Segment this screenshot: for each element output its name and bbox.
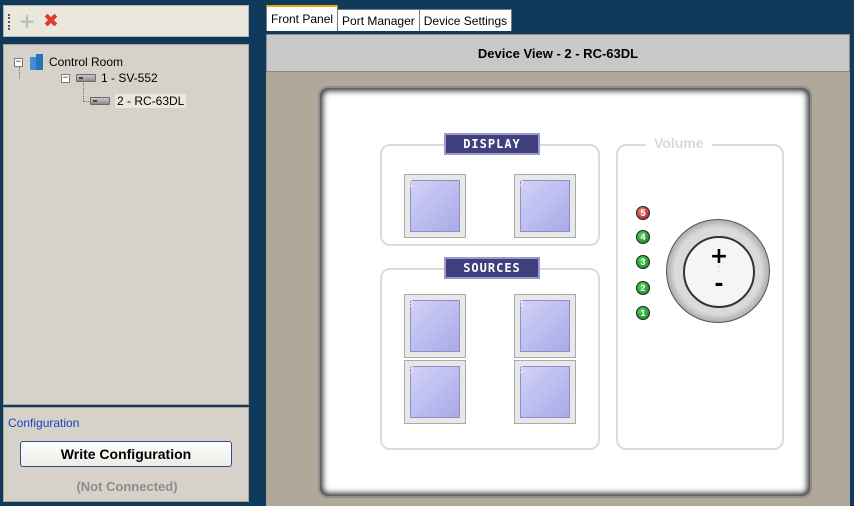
tree-toolbar: + ✖	[3, 5, 249, 37]
volume-led-2: 2	[636, 281, 650, 295]
building-icon	[29, 54, 43, 70]
device-view-header: Device View - 2 - RC-63DL	[266, 34, 850, 72]
page-title: Device View - 2 - RC-63DL	[477, 45, 639, 61]
display-key-1[interactable]: 1	[404, 174, 466, 238]
tree-node-label: 2 - RC-63DL	[115, 94, 187, 108]
key-face	[520, 300, 570, 352]
front-panel: DISPLAY 1 2 SOURCES 3 4 5 6 Volume 5 4 3…	[320, 88, 810, 496]
sources-key-4[interactable]: 4	[514, 294, 576, 358]
tab-bar: Front Panel Port Manager Device Settings	[266, 5, 513, 31]
key-number: 4	[518, 299, 524, 310]
key-number: 2	[518, 179, 524, 190]
connection-status: (Not Connected)	[76, 479, 178, 494]
tab-front-panel[interactable]: Front Panel	[266, 5, 339, 31]
tree-node-label: Control Room	[49, 55, 124, 69]
tree-node-label: 1 - SV-552	[101, 71, 158, 85]
add-icon: +	[18, 9, 36, 33]
sources-key-6[interactable]: 6	[514, 360, 576, 424]
device-view-area: DISPLAY 1 2 SOURCES 3 4 5 6 Volume 5 4 3…	[266, 72, 850, 506]
key-face	[410, 180, 460, 232]
volume-led-1: 1	[636, 306, 650, 320]
key-number: 5	[408, 365, 414, 376]
key-face	[410, 300, 460, 352]
volume-led-5: 5	[636, 206, 650, 220]
toolbar-grip[interactable]	[8, 14, 11, 30]
tree-node-rc-63dl[interactable]: 2 - RC-63DL	[90, 93, 187, 109]
volume-down-icon[interactable]: -	[685, 272, 753, 297]
sources-key-5[interactable]: 5	[404, 360, 466, 424]
key-number: 3	[408, 299, 414, 310]
tree-node-control-room[interactable]: − Control Room	[14, 54, 123, 70]
write-configuration-button[interactable]: Write Configuration	[20, 441, 232, 467]
key-face	[520, 366, 570, 418]
key-number: 1	[408, 179, 414, 190]
tree-node-sv-552[interactable]: − 1 - SV-552	[61, 70, 158, 86]
sources-group-label: SOURCES	[444, 257, 540, 279]
tree-connector	[83, 101, 89, 102]
tab-device-settings[interactable]: Device Settings	[418, 9, 513, 31]
collapse-icon[interactable]: −	[14, 57, 23, 67]
volume-led-3: 3	[636, 255, 650, 269]
sources-key-3[interactable]: 3	[404, 294, 466, 358]
device-tree: − Control Room − 1 - SV-552 2 - RC-63DL	[3, 44, 249, 405]
volume-led-4: 4	[636, 230, 650, 244]
volume-knob[interactable]: + 1 -	[666, 219, 770, 323]
key-face	[520, 180, 570, 232]
volume-label: Volume	[646, 135, 712, 151]
configuration-panel: Configuration Write Configuration (Not C…	[3, 407, 249, 502]
collapse-icon[interactable]: −	[61, 73, 70, 83]
tab-port-manager[interactable]: Port Manager	[337, 9, 420, 31]
left-sidebar: + ✖ − Control Room − 1 - SV-552 2 - RC-6…	[0, 0, 262, 506]
display-key-2[interactable]: 2	[514, 174, 576, 238]
device-icon	[90, 97, 110, 105]
display-group-label: DISPLAY	[444, 133, 540, 155]
key-face	[410, 366, 460, 418]
delete-icon: ✖	[43, 9, 59, 32]
delete-button[interactable]: ✖	[40, 10, 62, 32]
key-number: 6	[518, 365, 524, 376]
knob-inner: + 1 -	[683, 236, 755, 308]
configuration-title: Configuration	[8, 416, 80, 430]
device-icon	[76, 74, 96, 82]
add-button[interactable]: +	[16, 10, 38, 32]
